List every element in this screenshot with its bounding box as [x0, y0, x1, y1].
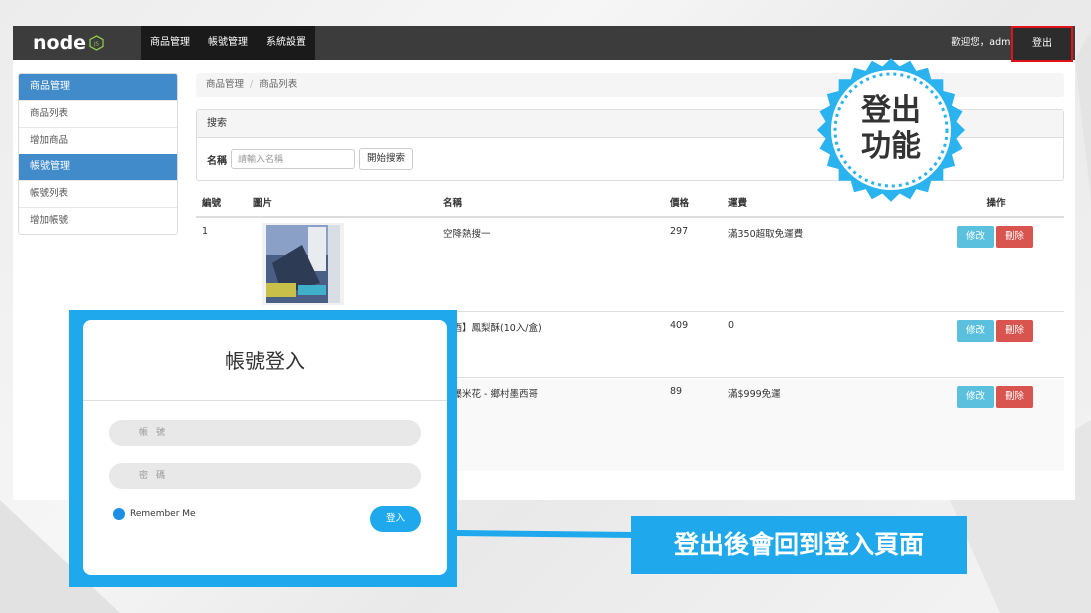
sidebar: 商品管理 商品列表 增加商品 帳號管理 帳號列表 增加帳號	[18, 73, 178, 235]
cell-shipping: 滿350超取免運費	[728, 229, 804, 240]
remember-me-checkbox[interactable]	[113, 508, 125, 520]
js-hexagon-icon: JS	[89, 35, 104, 51]
cell-actions: 修改 刪除	[928, 386, 1064, 470]
cell-name[interactable]: 空降熱搜一	[443, 226, 670, 311]
login-button[interactable]: 登入	[370, 506, 421, 532]
sidebar-item-account-list[interactable]: 帳號列表	[19, 180, 177, 207]
cell-image	[253, 223, 443, 311]
cell-price: 297	[670, 226, 689, 237]
badge-text: 登出 功能	[811, 93, 971, 165]
login-screenshot-frame: 帳號登入 帳號 密碼 Remember Me 登入	[69, 310, 457, 587]
nav-system-settings[interactable]: 系統設置	[257, 26, 315, 60]
main-menu: 商品管理 帳號管理 系統設置	[141, 26, 315, 60]
nav-account-management[interactable]: 帳號管理	[199, 26, 257, 60]
col-name: 名稱	[443, 198, 463, 209]
logo-text: node	[33, 31, 87, 54]
nodejs-logo: node JS	[33, 31, 141, 54]
cell-name[interactable]: 鍊爆米花 - 鄉村墨西哥	[443, 386, 670, 470]
search-button[interactable]: 開始搜索	[359, 148, 414, 170]
badge-line-1: 登出	[861, 93, 921, 128]
edit-button[interactable]: 修改	[956, 320, 994, 342]
login-divider	[83, 400, 447, 401]
cell-shipping: 滿$999免運	[728, 389, 781, 400]
breadcrumb-separator: /	[250, 79, 254, 90]
remember-me[interactable]: Remember Me	[113, 508, 196, 520]
password-field[interactable]: 密碼	[109, 463, 421, 489]
callout-connector	[457, 530, 635, 538]
login-card: 帳號登入 帳號 密碼 Remember Me 登入	[83, 320, 447, 575]
sidebar-item-add-account[interactable]: 增加帳號	[19, 207, 177, 234]
remember-me-label: Remember Me	[130, 509, 196, 519]
nav-product-management[interactable]: 商品管理	[141, 26, 199, 60]
search-label: 名稱	[207, 155, 227, 167]
cell-price: 89	[670, 386, 683, 397]
cell-actions: 修改 刪除	[928, 320, 1064, 377]
product-book-image	[262, 223, 344, 305]
breadcrumb-current: 商品列表	[259, 79, 298, 90]
delete-button[interactable]: 刪除	[996, 320, 1034, 342]
cell-actions: 修改 刪除	[928, 226, 1064, 311]
sidebar-item-add-product[interactable]: 增加商品	[19, 127, 177, 154]
cell-shipping: 0	[728, 320, 735, 331]
logout-button[interactable]: 登出	[1011, 26, 1073, 62]
sidebar-group-products[interactable]: 商品管理	[19, 74, 177, 100]
callout-label: 登出後會回到登入頁面	[631, 516, 967, 574]
sidebar-item-product-list[interactable]: 商品列表	[19, 100, 177, 127]
search-input[interactable]: 請輸入名稱	[231, 149, 355, 169]
delete-button[interactable]: 刪除	[996, 226, 1034, 248]
col-image: 圖片	[253, 198, 273, 209]
cell-id: 1	[202, 226, 209, 237]
table-row: 1 空降熱搜一 297 滿350超取免運費 修改 刪除	[196, 218, 1064, 312]
logout-feature-badge: 登出 功能	[811, 55, 971, 205]
cell-name[interactable]: 小酒】鳳梨酥(10入/盒)	[443, 320, 670, 377]
col-price: 價格	[670, 198, 690, 209]
login-title: 帳號登入	[225, 349, 305, 373]
badge-line-2: 功能	[861, 129, 921, 164]
logo-badge: JS	[93, 42, 100, 48]
cell-price: 409	[670, 320, 689, 331]
edit-button[interactable]: 修改	[956, 386, 994, 408]
sidebar-group-accounts[interactable]: 帳號管理	[19, 154, 177, 180]
username-field[interactable]: 帳號	[109, 420, 421, 446]
edit-button[interactable]: 修改	[956, 226, 994, 248]
delete-button[interactable]: 刪除	[996, 386, 1034, 408]
col-id: 編號	[202, 198, 222, 209]
breadcrumb-root[interactable]: 商品管理	[206, 79, 244, 90]
